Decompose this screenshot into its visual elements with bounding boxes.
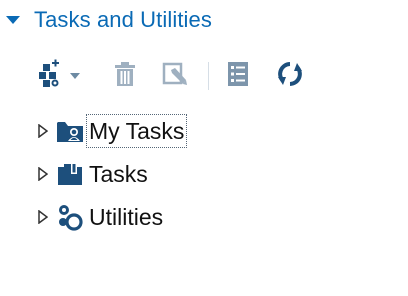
properties-button[interactable]	[223, 60, 253, 92]
folder-user-icon	[56, 117, 84, 145]
tree-item-label: Tasks	[89, 161, 148, 187]
chevron-down-icon	[70, 72, 80, 80]
delete-button[interactable]	[110, 60, 140, 92]
edit-pencil-icon	[162, 61, 188, 92]
panel-header[interactable]: Tasks and Utilities	[0, 6, 300, 34]
edit-button[interactable]	[160, 60, 190, 92]
tree-item-utilities[interactable]: Utilities	[0, 196, 408, 238]
properties-list-icon	[227, 61, 249, 92]
task-book-icon	[56, 160, 84, 188]
toolbar	[36, 59, 305, 94]
tree-item-label: My Tasks	[86, 114, 188, 148]
refresh-button[interactable]	[275, 60, 305, 92]
new-task-icon	[36, 59, 66, 94]
toolbar-separator	[208, 62, 209, 90]
panel-title: Tasks and Utilities	[34, 7, 212, 32]
triangle-right-icon[interactable]	[36, 167, 50, 181]
triangle-down-icon[interactable]	[6, 13, 20, 27]
tree-item-my-tasks[interactable]: My Tasks	[0, 110, 408, 152]
tree-item-tasks[interactable]: Tasks	[0, 152, 408, 196]
tree-item-label: Utilities	[89, 204, 164, 230]
triangle-right-icon[interactable]	[36, 210, 50, 224]
tasks-tree: My Tasks Tasks Utilities	[0, 110, 408, 238]
refresh-icon	[276, 60, 304, 93]
trash-icon	[113, 61, 137, 92]
new-menu-button[interactable]	[36, 59, 92, 94]
utilities-gears-icon	[56, 203, 84, 231]
triangle-right-icon[interactable]	[36, 124, 50, 138]
